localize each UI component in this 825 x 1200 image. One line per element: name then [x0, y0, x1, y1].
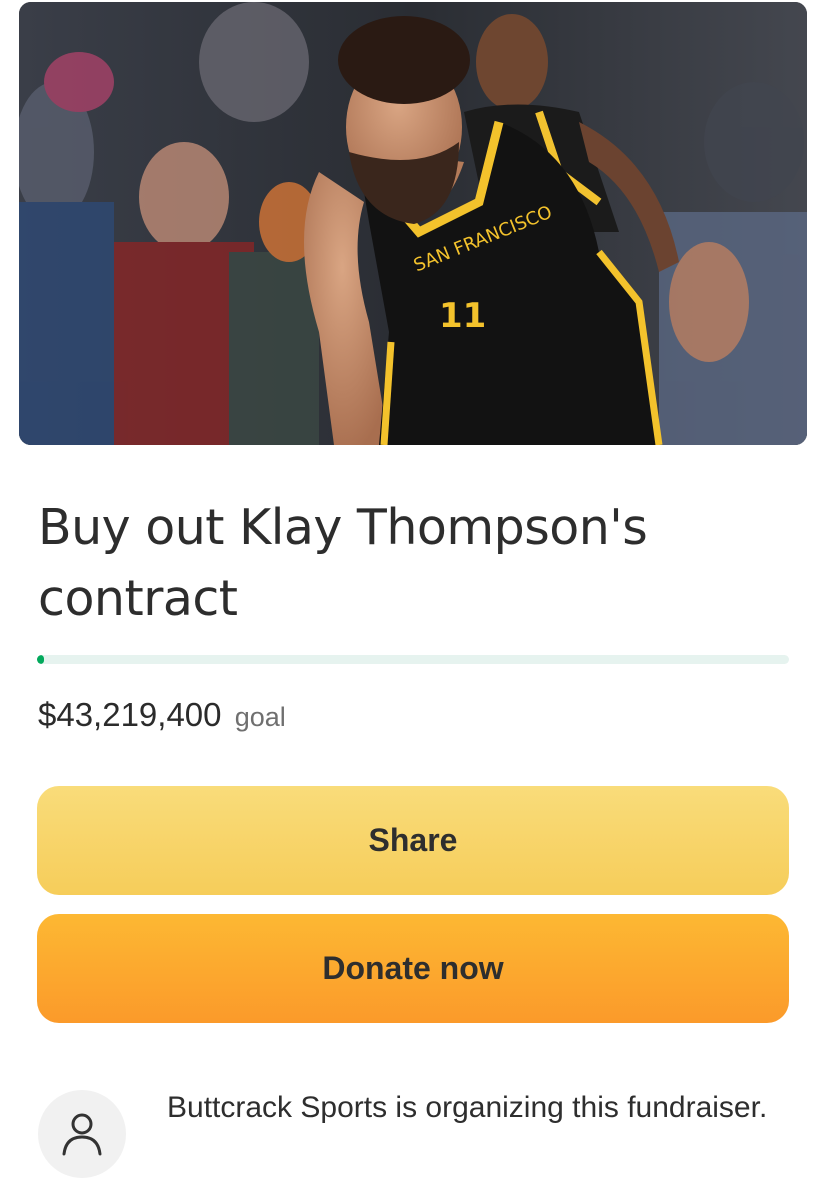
organizer-text: Buttcrack Sports is organizing this fund… [167, 1091, 768, 1124]
user-icon [62, 1113, 102, 1156]
share-button[interactable]: Share [37, 786, 789, 895]
goal-summary: $43,219,400 goal [38, 695, 286, 737]
goal-amount: $43,219,400 [38, 696, 222, 733]
fundraiser-title: Buy out Klay Thompson's contract [38, 499, 648, 627]
donate-button[interactable]: Donate now [37, 914, 789, 1023]
avatar[interactable] [38, 1090, 126, 1178]
jersey-number: 11 [439, 296, 486, 336]
player-photo: SAN FRANCISCO 11 [19, 2, 807, 445]
progress-bar [37, 655, 789, 664]
progress-fill [37, 655, 44, 664]
hero-photo: SAN FRANCISCO 11 [19, 2, 807, 445]
goal-label: goal [234, 702, 286, 732]
organizer-info: Buttcrack Sports is organizing this fund… [38, 1088, 798, 1188]
